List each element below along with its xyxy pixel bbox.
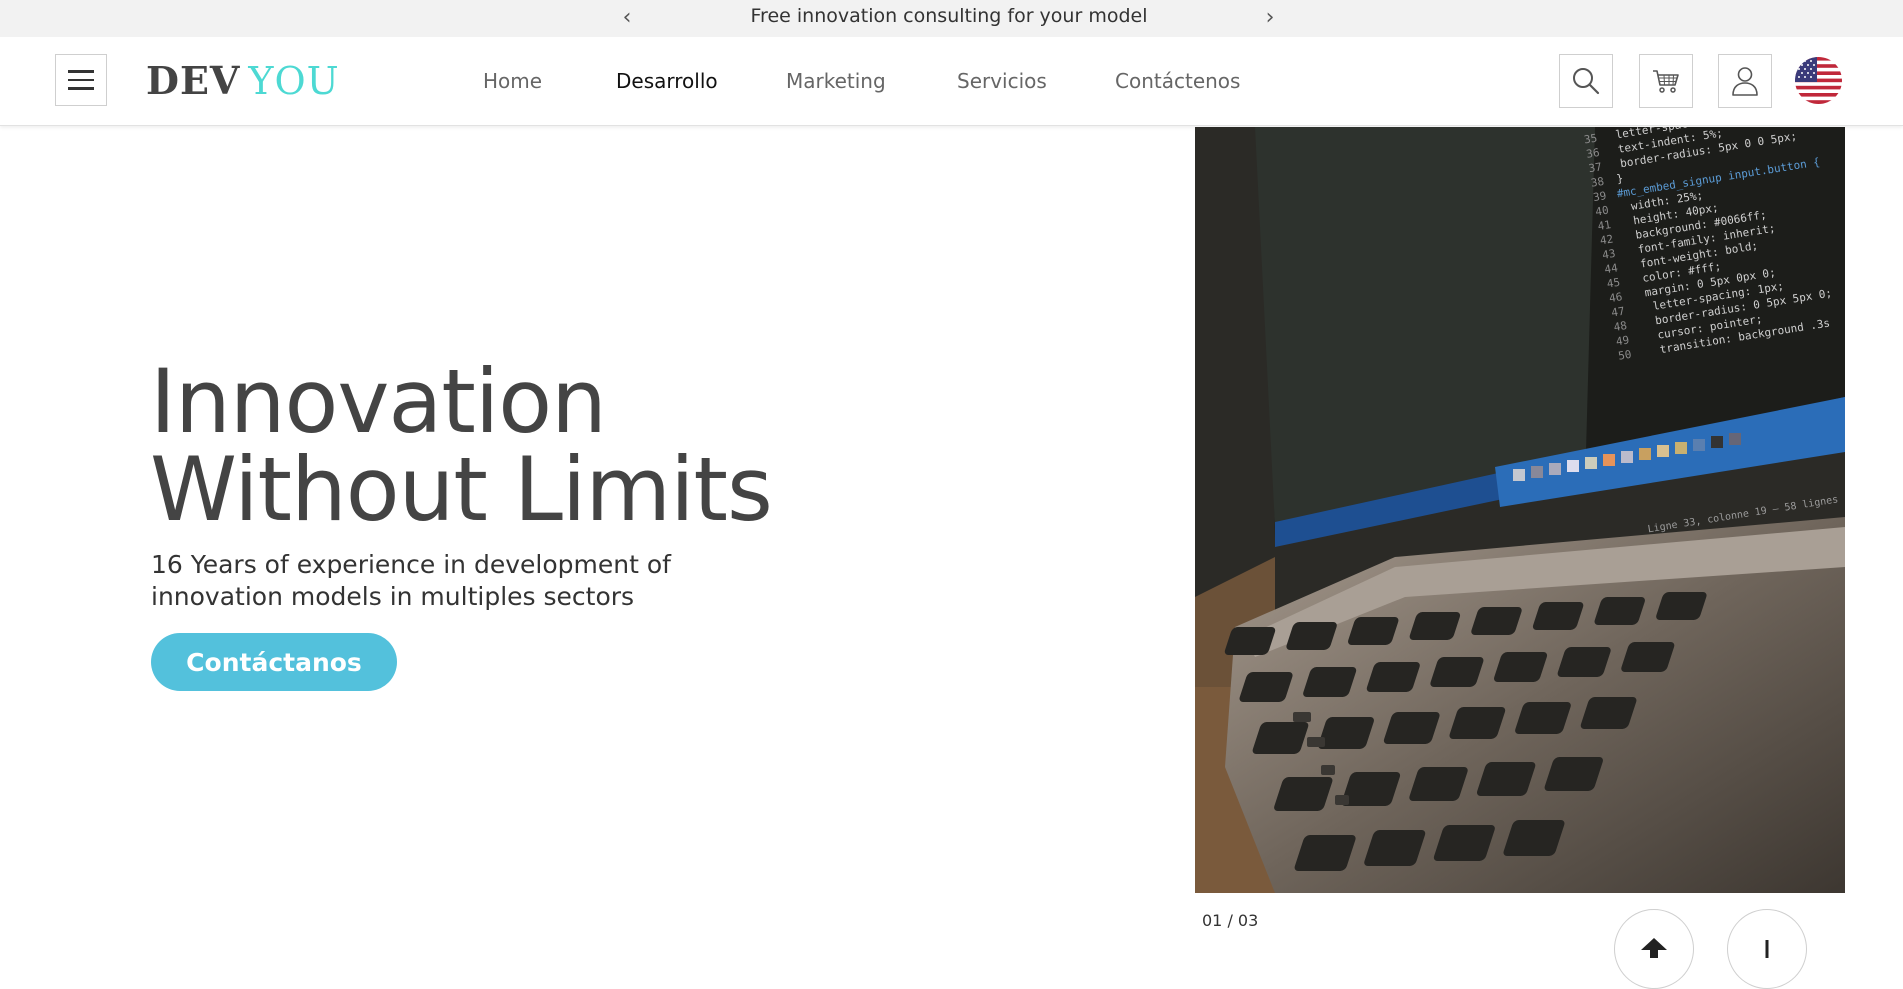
line-number: 44 — [1604, 261, 1619, 276]
chevron-right-icon[interactable]: › — [1258, 4, 1282, 30]
hero-title-line-1: Innovation — [150, 350, 607, 453]
hamburger-menu-icon — [68, 70, 94, 73]
line-number: 47 — [1610, 305, 1625, 320]
announcement-bar: ‹ Free innovation consulting for your mo… — [0, 0, 1903, 37]
us-flag-icon[interactable] — [1795, 57, 1842, 104]
nav-desarrollo[interactable]: Desarrollo — [616, 37, 718, 125]
line-number: 42 — [1599, 232, 1614, 247]
hamburger-line — [68, 87, 94, 90]
line-number: 36 — [1585, 146, 1600, 161]
line-number: 39 — [1592, 189, 1607, 204]
slide-prev-button[interactable] — [1614, 909, 1694, 989]
line-number: 35 — [1583, 132, 1598, 147]
line-number: 49 — [1615, 333, 1630, 348]
hamburger-line — [68, 78, 94, 82]
arrow-up-icon — [1641, 938, 1667, 958]
account-button[interactable] — [1718, 54, 1772, 108]
nav-servicios[interactable]: Servicios — [957, 37, 1047, 125]
contact-cta-button[interactable]: Contáctanos — [151, 633, 397, 691]
announcement-message: Free innovation consulting for your mode… — [750, 5, 1148, 27]
slide-counter: 01 / 03 — [1202, 911, 1259, 930]
arrow-down-icon — [1765, 940, 1769, 958]
line-number: 37 — [1588, 160, 1603, 175]
cart-button[interactable] — [1639, 54, 1693, 108]
chevron-left-icon[interactable]: ‹ — [615, 4, 639, 30]
line-number: 41 — [1597, 218, 1612, 233]
hamburger-menu-button[interactable] — [55, 54, 107, 106]
search-icon — [1573, 68, 1600, 95]
search-button[interactable] — [1559, 54, 1613, 108]
logo-part-you: YOU — [248, 59, 340, 103]
line-number: 43 — [1601, 247, 1616, 262]
logo-part-dev: DEV — [146, 58, 241, 103]
site-logo[interactable]: DEV YOU — [146, 58, 340, 104]
line-number: 50 — [1617, 348, 1632, 363]
hero-title: Innovation Without Limits — [150, 350, 773, 541]
line-number: 38 — [1590, 175, 1605, 190]
hero-image-laptop: 35363738394041424344454647484950 letter-… — [1195, 127, 1845, 893]
hero-subtitle: 16 Years of experience in development of… — [151, 550, 671, 611]
nav-contactenos[interactable]: Contáctenos — [1115, 37, 1240, 125]
hero-title-line-2: Without Limits — [150, 438, 773, 541]
user-icon — [1732, 67, 1758, 96]
slide-next-button[interactable] — [1727, 909, 1807, 989]
line-number: 48 — [1613, 319, 1628, 334]
line-number: 45 — [1606, 276, 1621, 291]
nav-marketing[interactable]: Marketing — [786, 37, 886, 125]
nav-home[interactable]: Home — [483, 37, 542, 125]
site-header: DEV YOU Home Desarrollo Marketing Servici… — [0, 37, 1903, 126]
cart-icon — [1653, 70, 1679, 93]
line-number: 40 — [1594, 204, 1609, 219]
line-number: 46 — [1608, 290, 1623, 305]
